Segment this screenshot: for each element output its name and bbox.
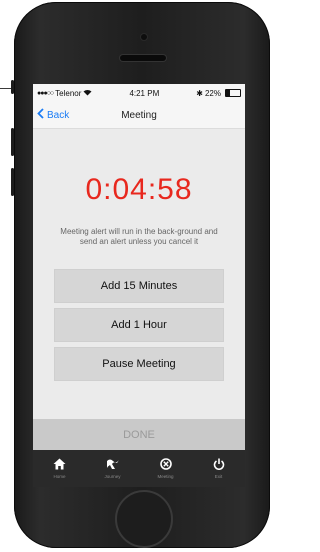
- countdown-timer: 0:04:58: [85, 173, 193, 206]
- bluetooth-icon: ✱: [196, 88, 203, 98]
- journey-icon: [106, 458, 120, 472]
- tab-label: Journey: [104, 474, 121, 479]
- tab-meeting[interactable]: Meeting: [139, 450, 192, 487]
- pause-meeting-button[interactable]: Pause Meeting: [54, 347, 224, 381]
- power-icon: [213, 458, 225, 472]
- battery-icon: [225, 89, 241, 97]
- back-button[interactable]: Back: [33, 108, 69, 122]
- tab-bar: Home Journey Meeting Exit: [33, 450, 245, 487]
- navigation-bar: Back Meeting: [33, 102, 245, 129]
- wifi-icon: [83, 89, 92, 98]
- front-camera: [141, 34, 147, 40]
- meeting-content: 0:04:58 Meeting alert will run in the ba…: [33, 129, 245, 419]
- meeting-icon: [159, 458, 172, 472]
- tab-label: Home: [53, 474, 66, 479]
- chevron-left-icon: [37, 108, 44, 122]
- done-button[interactable]: DONE: [33, 419, 245, 450]
- status-time: 4:21 PM: [129, 88, 160, 98]
- carrier-label: Telenor: [55, 88, 82, 98]
- tab-exit[interactable]: Exit: [192, 450, 245, 487]
- add-15-minutes-button[interactable]: Add 15 Minutes: [54, 269, 224, 303]
- tab-label: Exit: [214, 474, 223, 479]
- action-list: Add 15 Minutes Add 1 Hour Pause Meeting: [33, 269, 245, 381]
- earpiece-speaker: [120, 55, 166, 61]
- tab-label: Meeting: [157, 474, 174, 479]
- add-1-hour-button[interactable]: Add 1 Hour: [54, 308, 224, 342]
- volume-up-button: [11, 128, 14, 156]
- battery-percent: 22%: [204, 88, 221, 98]
- mute-switch: [11, 80, 14, 94]
- home-icon: [53, 458, 66, 472]
- back-label: Back: [47, 109, 70, 121]
- volume-down-button: [11, 168, 14, 196]
- alert-note: Meeting alert will run in the back-groun…: [60, 227, 218, 246]
- signal-dots: ●●●○○: [37, 89, 54, 97]
- tab-home[interactable]: Home: [33, 450, 86, 487]
- tab-journey[interactable]: Journey: [86, 450, 139, 487]
- home-button[interactable]: [115, 490, 173, 548]
- phone-screen: ●●●○○ Telenor 4:21 PM ✱ 22% Back Meeting…: [33, 84, 245, 487]
- status-bar: ●●●○○ Telenor 4:21 PM ✱ 22%: [33, 84, 245, 102]
